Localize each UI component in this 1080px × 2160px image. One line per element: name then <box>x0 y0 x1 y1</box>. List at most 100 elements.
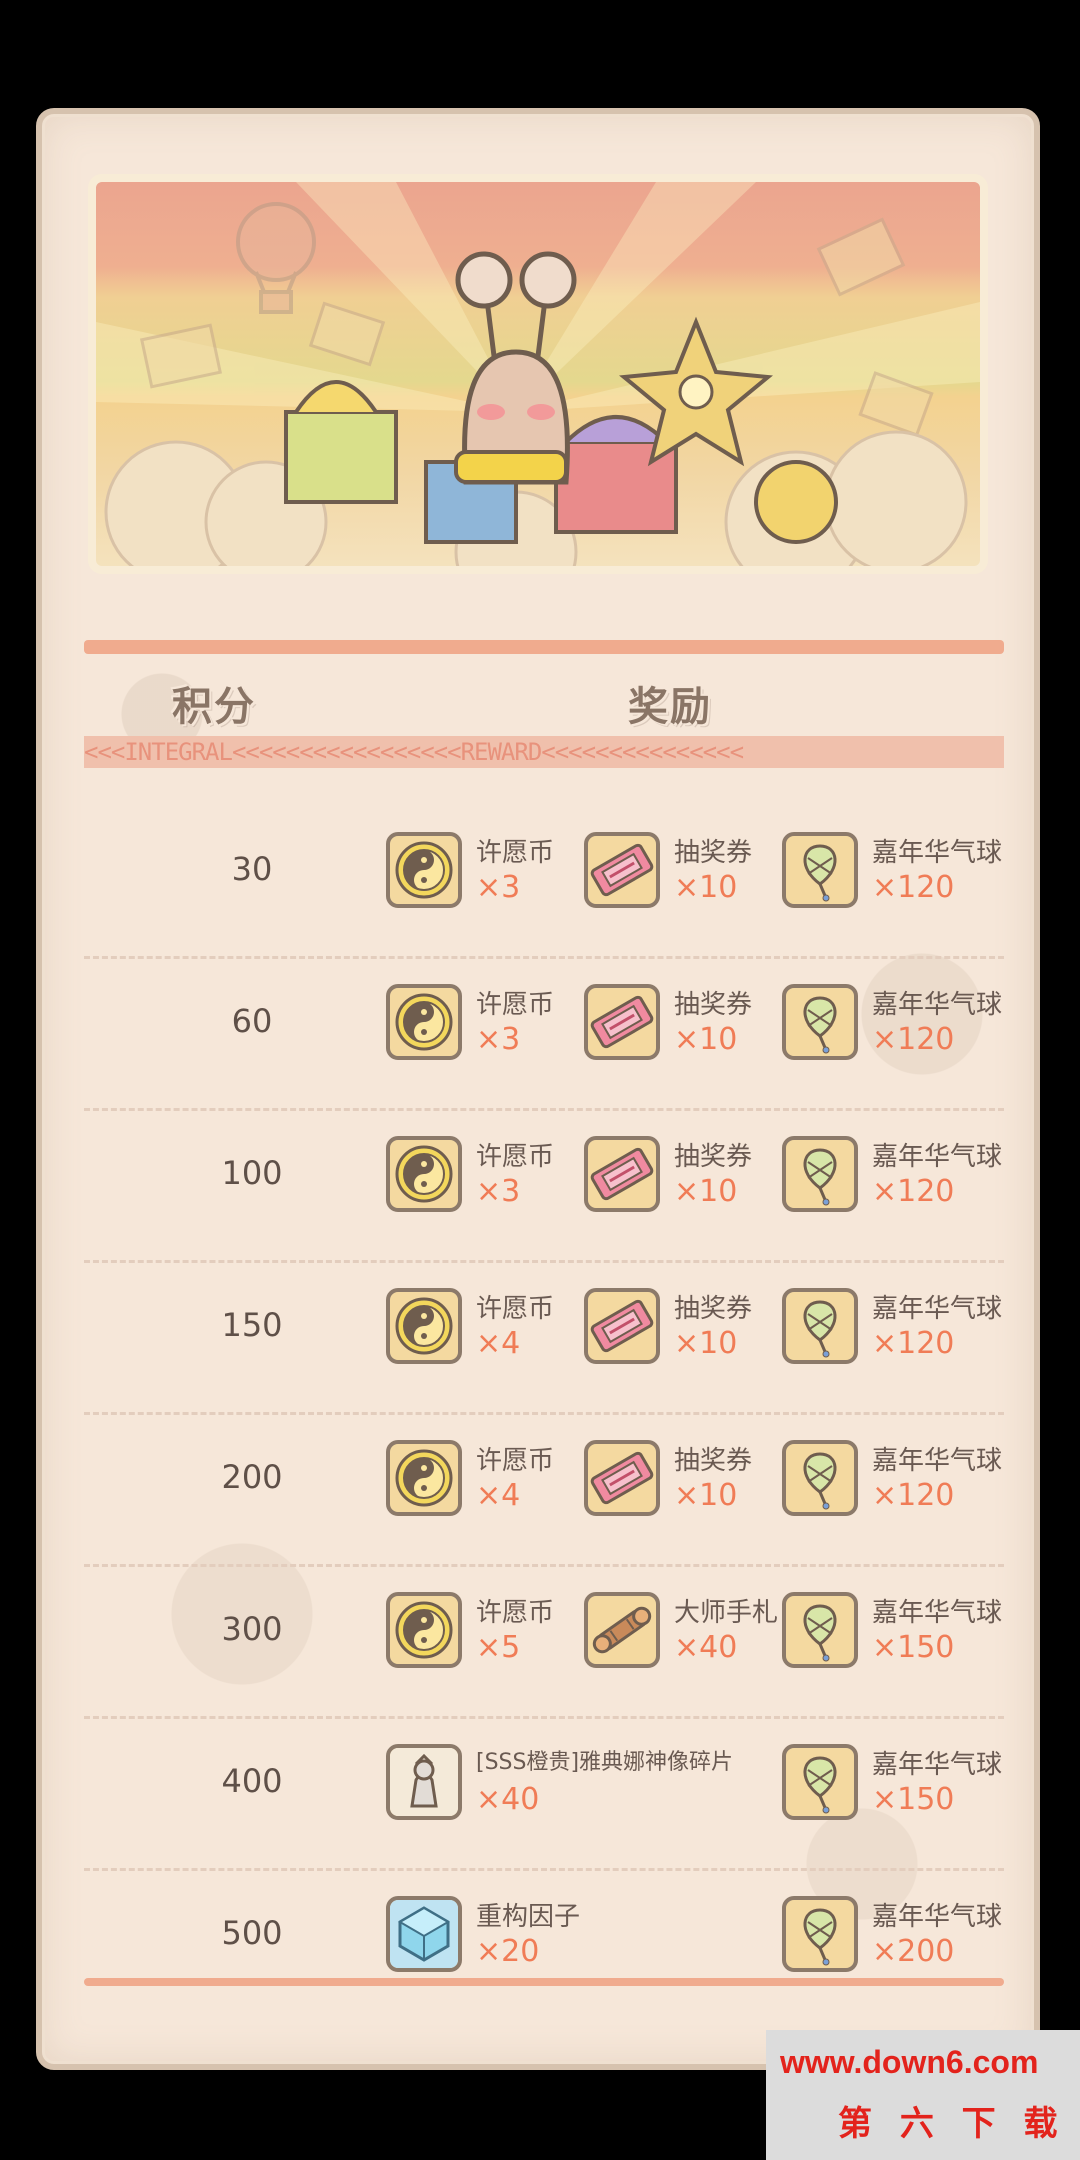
reward-row: 150 许愿币 ×4 抽奖券 ×10 嘉年华气球 ×120 <box>42 1260 1034 1412</box>
row-divider <box>84 1716 1004 1719</box>
lottery-ticket-icon <box>584 984 660 1060</box>
reward-row: 30 许愿币 ×3 抽奖券 ×10 嘉年华气球 ×120 <box>42 804 1034 956</box>
reward-quantity: ×10 <box>674 1022 738 1057</box>
reward-name: 许愿币 <box>476 838 555 868</box>
master-scroll-icon <box>584 1592 660 1668</box>
reward-quantity: ×120 <box>872 1022 955 1057</box>
reward-name: 许愿币 <box>476 1142 555 1172</box>
statue-fragment-icon <box>386 1744 462 1820</box>
reward-row: 200 许愿币 ×4 抽奖券 ×10 嘉年华气球 ×120 <box>42 1412 1034 1564</box>
reward-quantity: ×10 <box>674 1326 738 1361</box>
reward-name: 大师手札 <box>674 1598 779 1628</box>
row-divider <box>84 1412 1004 1415</box>
score-value: 200 <box>221 1458 283 1496</box>
reward-row: 400 [SSS橙贵]雅典娜神像碎片 ×40 嘉年华气球 ×150 <box>42 1716 1034 1868</box>
wish-coin-icon <box>386 984 462 1060</box>
reward-row: 500 重构因子 ×20 嘉年华气球 ×200 <box>42 1868 1034 2020</box>
lottery-ticket-icon <box>584 1440 660 1516</box>
reward-row: 300 许愿币 ×5 大师手札 ×40 嘉年华气球 ×150 <box>42 1564 1034 1716</box>
rebuild-factor-icon <box>386 1896 462 1972</box>
reward-quantity: ×3 <box>476 1022 521 1057</box>
carnival-balloon-icon <box>782 832 858 908</box>
snail-gifts-illustration <box>96 182 980 566</box>
reward-row: 100 许愿币 ×3 抽奖券 ×10 嘉年华气球 ×120 <box>42 1108 1034 1260</box>
score-value: 150 <box>221 1306 283 1344</box>
reward-quantity: ×120 <box>872 870 955 905</box>
reward-quantity: ×150 <box>872 1630 955 1665</box>
score-value: 30 <box>231 850 273 888</box>
reward-quantity: ×3 <box>476 870 521 905</box>
carnival-balloon-icon <box>782 1440 858 1516</box>
reward-name: 嘉年华气球 <box>872 1598 1003 1628</box>
score-value: 500 <box>221 1914 283 1952</box>
header-divider <box>84 640 1004 654</box>
reward-quantity: ×120 <box>872 1478 955 1513</box>
wish-coin-icon <box>386 832 462 908</box>
reward-quantity: ×40 <box>476 1782 540 1817</box>
reward-name: 许愿币 <box>476 990 555 1020</box>
reward-quantity: ×10 <box>674 1174 738 1209</box>
reward-quantity: ×20 <box>476 1934 540 1969</box>
score-column-header: 积分 <box>172 684 256 730</box>
reward-name: 抽奖券 <box>674 1294 753 1324</box>
reward-name: 许愿币 <box>476 1294 555 1324</box>
reward-quantity: ×10 <box>674 1478 738 1513</box>
event-banner <box>88 174 988 574</box>
reward-name: 许愿币 <box>476 1598 555 1628</box>
reward-panel: 积分 奖励 <<<INTEGRAL<<<<<<<<<<<<<<<<<REWARD… <box>36 108 1040 2070</box>
reward-name: 抽奖券 <box>674 990 753 1020</box>
row-divider <box>84 956 1004 959</box>
carnival-balloon-icon <box>782 1288 858 1364</box>
reward-quantity: ×10 <box>674 870 738 905</box>
footer-divider <box>84 1978 1004 1986</box>
reward-row: 60 许愿币 ×3 抽奖券 ×10 嘉年华气球 ×120 <box>42 956 1034 1108</box>
watermark-url: www.down6.com <box>780 2044 1039 2080</box>
lottery-ticket-icon <box>584 1288 660 1364</box>
reward-name: 嘉年华气球 <box>872 1750 1003 1780</box>
lottery-ticket-icon <box>584 832 660 908</box>
row-divider <box>84 1868 1004 1871</box>
score-value: 100 <box>221 1154 283 1192</box>
reward-quantity: ×4 <box>476 1326 521 1361</box>
reward-name: 嘉年华气球 <box>872 1294 1003 1324</box>
reward-quantity: ×120 <box>872 1174 955 1209</box>
row-divider <box>84 1564 1004 1567</box>
reward-quantity: ×4 <box>476 1478 521 1513</box>
row-divider <box>84 1108 1004 1111</box>
reward-name: 抽奖券 <box>674 838 753 868</box>
reward-name: 嘉年华气球 <box>872 1902 1003 1932</box>
reward-name: 嘉年华气球 <box>872 1142 1003 1172</box>
carnival-balloon-icon <box>782 984 858 1060</box>
reward-quantity: ×5 <box>476 1630 521 1665</box>
carnival-balloon-icon <box>782 1136 858 1212</box>
reward-quantity: ×200 <box>872 1934 955 1969</box>
lottery-ticket-icon <box>584 1136 660 1212</box>
wish-coin-icon <box>386 1592 462 1668</box>
reward-name: 抽奖券 <box>674 1446 753 1476</box>
reward-name: 嘉年华气球 <box>872 838 1003 868</box>
wish-coin-icon <box>386 1136 462 1212</box>
reward-name: 嘉年华气球 <box>872 1446 1003 1476</box>
wish-coin-icon <box>386 1440 462 1516</box>
score-value: 400 <box>221 1762 283 1800</box>
reward-quantity: ×120 <box>872 1326 955 1361</box>
integral-reward-subheader: <<<INTEGRAL<<<<<<<<<<<<<<<<<REWARD<<<<<<… <box>84 736 1004 768</box>
reward-name: 嘉年华气球 <box>872 990 1003 1020</box>
reward-name: [SSS橙贵]雅典娜神像碎片 <box>476 1750 734 1775</box>
reward-name: 抽奖券 <box>674 1142 753 1172</box>
carnival-balloon-icon <box>782 1744 858 1820</box>
reward-quantity: ×40 <box>674 1630 738 1665</box>
reward-column-header: 奖励 <box>628 684 712 730</box>
reward-name: 许愿币 <box>476 1446 555 1476</box>
wish-coin-icon <box>386 1288 462 1364</box>
score-value: 60 <box>231 1002 273 1040</box>
site-watermark: www.down6.com 第 六 下 载 <box>766 2030 1080 2160</box>
row-divider <box>84 1260 1004 1263</box>
carnival-balloon-icon <box>782 1592 858 1668</box>
watermark-name: 第 六 下 载 <box>838 2104 1066 2144</box>
reward-name: 重构因子 <box>476 1902 581 1932</box>
carnival-balloon-icon <box>782 1896 858 1972</box>
reward-quantity: ×3 <box>476 1174 521 1209</box>
reward-quantity: ×150 <box>872 1782 955 1817</box>
score-value: 300 <box>221 1610 283 1648</box>
